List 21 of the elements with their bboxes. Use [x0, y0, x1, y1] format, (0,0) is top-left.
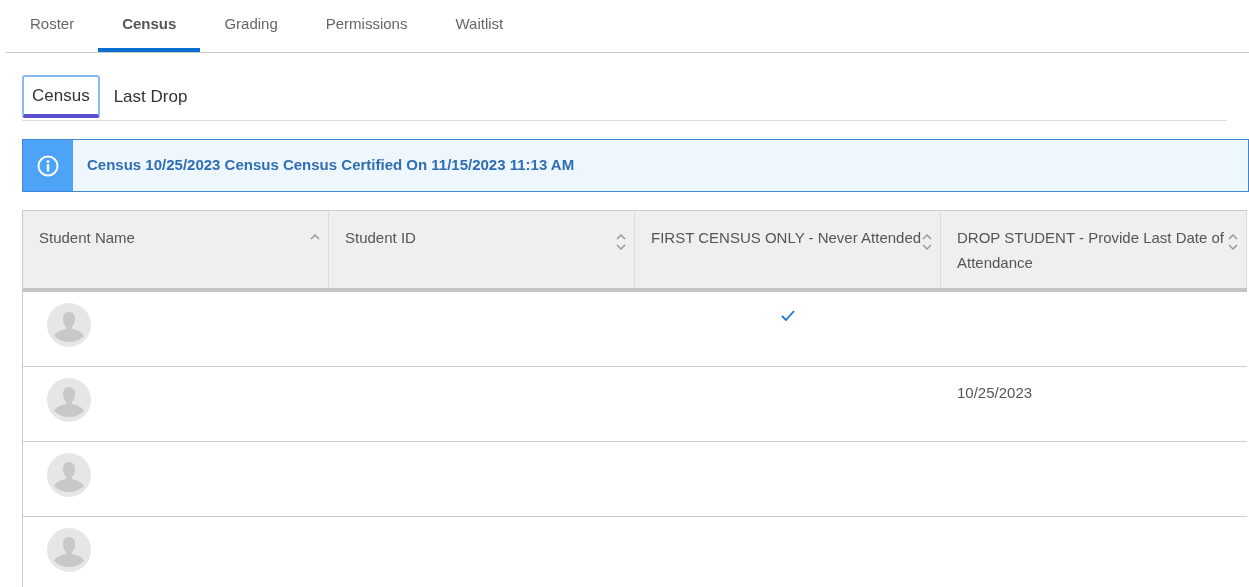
sort-icon[interactable]	[1228, 231, 1238, 253]
nav-tab[interactable]: Census	[98, 0, 201, 52]
column-header[interactable]: FIRST CENSUS ONLY - Never Attended	[635, 211, 941, 288]
column-header[interactable]: Student Name	[23, 211, 329, 288]
sub-tab[interactable]: Last Drop	[103, 75, 198, 118]
sort-icon[interactable]	[922, 231, 932, 253]
column-header[interactable]: Student ID	[329, 211, 635, 288]
sort-icon[interactable]	[616, 231, 626, 253]
info-message: Census 10/25/2023 Census Census Certified On 11/15/2023 11:13 AM	[87, 155, 575, 176]
column-header[interactable]: DROP STUDENT - Provide Last Date of Attendance	[941, 211, 1247, 288]
nav-tab[interactable]: Roster	[6, 0, 99, 52]
nav-tab[interactable]: Grading	[200, 0, 302, 52]
table-cell: 10/25/2023	[957, 384, 1033, 401]
nav-tab[interactable]: Permissions	[301, 0, 432, 52]
nav-tab[interactable]: Waitlist	[431, 0, 528, 52]
avatar-icon	[47, 453, 91, 497]
avatar-icon	[47, 378, 91, 422]
avatar-icon	[47, 303, 91, 347]
sub-tab[interactable]: Census	[22, 75, 100, 118]
info-icon	[37, 154, 59, 177]
avatar-icon	[47, 528, 91, 572]
